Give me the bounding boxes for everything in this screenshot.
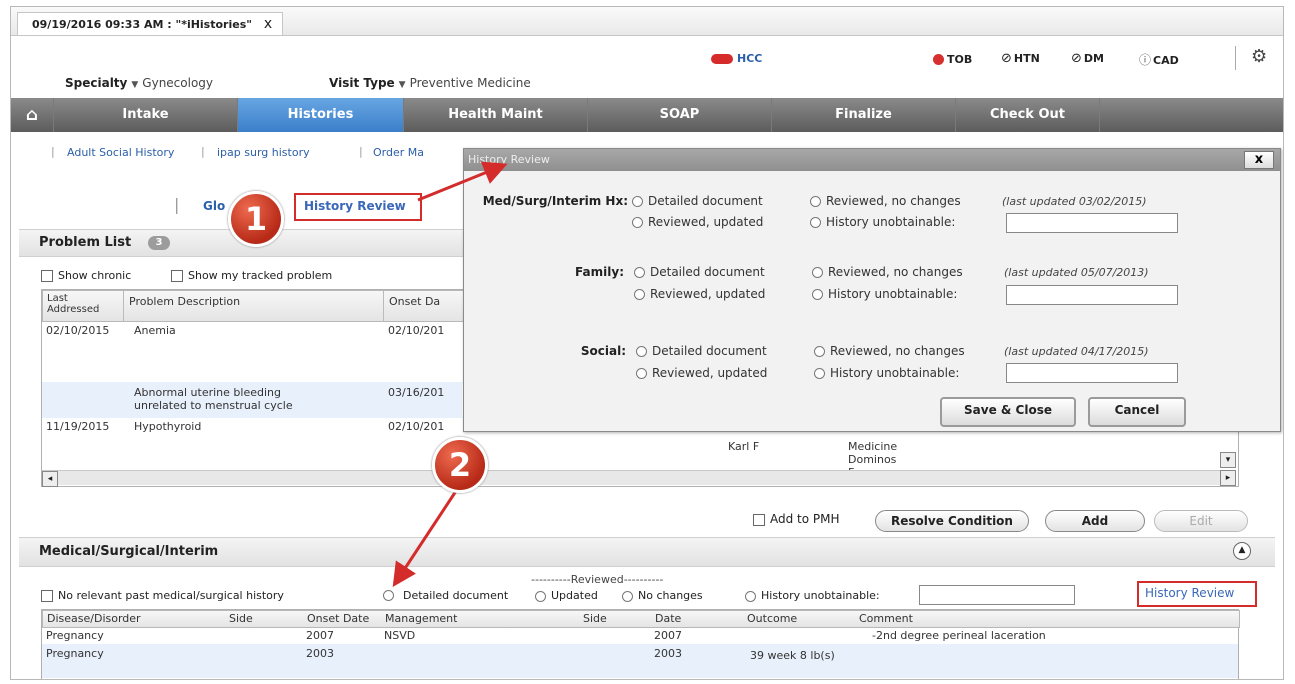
- annotation-arrows: [392, 161, 508, 588]
- arrow-to-dialog: [417, 161, 508, 202]
- callout-badge-2: 2: [432, 437, 488, 493]
- arrow-to-medsurg: [392, 487, 460, 588]
- callout-badge-1: 1: [228, 191, 284, 247]
